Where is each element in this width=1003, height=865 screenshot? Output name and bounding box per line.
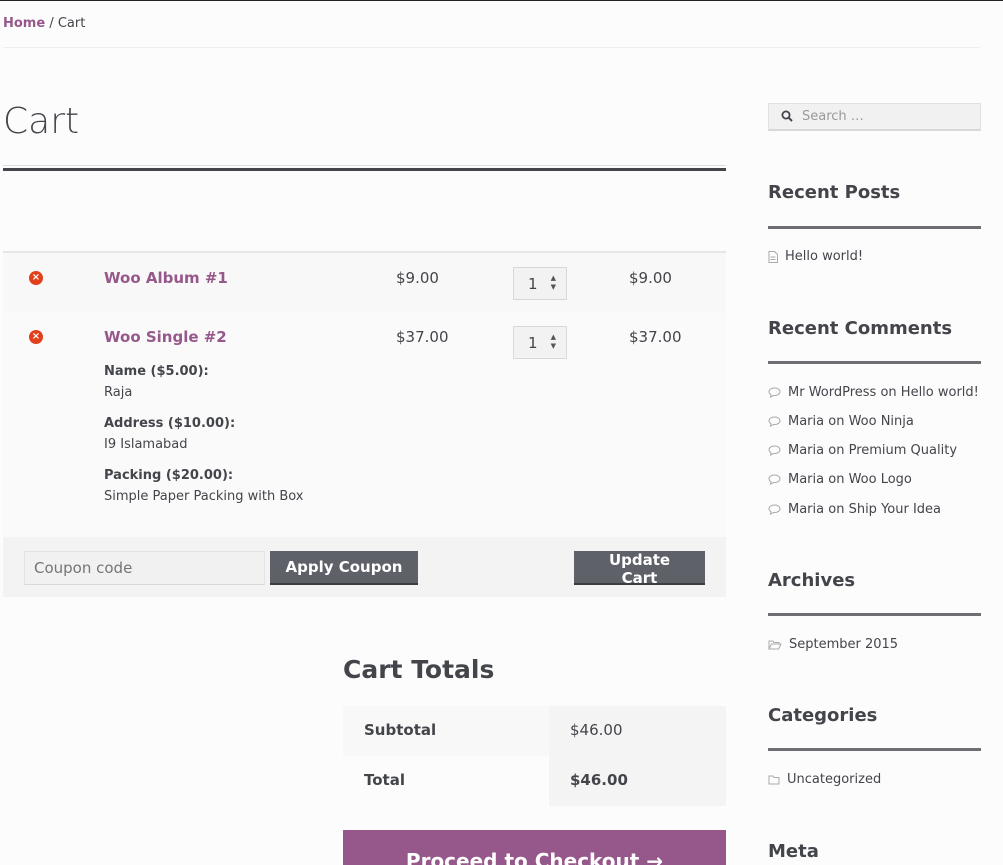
comment-author-link[interactable]: Mr WordPress xyxy=(788,385,876,400)
search-placeholder: Search … xyxy=(802,109,864,124)
variation-value: Raja xyxy=(104,385,133,400)
widget-divider xyxy=(768,613,981,616)
breadcrumb-current: Cart xyxy=(57,16,86,31)
quantity-input[interactable]: 1 ▲ ▼ xyxy=(513,267,567,300)
product-variation-meta: Name ($5.00): Raja Address ($10.00): I9 … xyxy=(104,364,303,520)
comment-post-link[interactable]: Woo Ninja xyxy=(849,414,914,429)
search-input[interactable]: Search … xyxy=(768,103,981,131)
comment-post-link[interactable]: Woo Logo xyxy=(849,472,912,487)
comment-icon xyxy=(768,445,781,456)
cart-row: × Woo Single #2 $37.00 1 ▲ ▼ $37.00 Name … xyxy=(3,313,726,537)
comment-on-text: on xyxy=(824,443,849,458)
recent-post-item: Hello world! xyxy=(768,249,863,264)
meta-title: Meta xyxy=(768,841,819,862)
recent-comment-item: Maria on Ship Your Idea xyxy=(768,502,941,517)
search-icon xyxy=(781,110,793,122)
comment-post-link[interactable]: Ship Your Idea xyxy=(849,502,941,517)
variation-label: Name ($5.00): xyxy=(104,364,209,379)
comment-on-text: on xyxy=(824,414,849,429)
categories-title: Categories xyxy=(768,705,878,726)
comment-author: Maria xyxy=(788,502,825,517)
archive-link[interactable]: September 2015 xyxy=(789,637,898,652)
update-cart-button[interactable]: Update Cart xyxy=(574,551,705,587)
cart-totals-table: Subtotal $46.00 Total $46.00 xyxy=(343,706,726,806)
breadcrumb-divider xyxy=(3,47,980,48)
category-item: Uncategorized xyxy=(768,772,881,787)
page-title: Cart xyxy=(3,101,80,142)
total-value: $46.00 xyxy=(549,756,726,806)
widget-divider xyxy=(768,748,981,751)
product-name-link[interactable]: Woo Single #2 xyxy=(104,328,227,346)
remove-item-icon[interactable]: × xyxy=(29,271,43,285)
comment-on-text: on xyxy=(824,472,849,487)
product-name-link[interactable]: Woo Album #1 xyxy=(104,269,228,287)
comment-icon xyxy=(768,504,781,515)
comment-author: Maria xyxy=(788,443,825,458)
product-subtotal: $37.00 xyxy=(629,328,682,346)
recent-post-link[interactable]: Hello world! xyxy=(785,249,863,264)
quantity-spinner-icon[interactable]: ▲ ▼ xyxy=(551,274,556,292)
comment-author: Maria xyxy=(788,414,825,429)
archive-item: September 2015 xyxy=(768,637,898,652)
recent-comments-title: Recent Comments xyxy=(768,318,953,339)
recent-posts-title: Recent Posts xyxy=(768,182,901,203)
subtotal-value: $46.00 xyxy=(549,706,726,756)
proceed-to-checkout-button[interactable]: Proceed to Checkout → xyxy=(343,830,726,865)
breadcrumb-home-link[interactable]: Home xyxy=(3,16,45,31)
comment-on-text: on xyxy=(876,385,901,400)
variation-value: I9 Islamabad xyxy=(104,437,188,452)
recent-comment-item: Maria on Woo Logo xyxy=(768,472,912,487)
recent-comment-item: Mr WordPress on Hello world! xyxy=(768,385,979,400)
subtotal-row: Subtotal $46.00 xyxy=(343,706,726,756)
archives-title: Archives xyxy=(768,570,856,591)
comment-icon xyxy=(768,474,781,485)
cart-actions: Apply Coupon Update Cart xyxy=(3,537,726,597)
recent-comment-item: Maria on Premium Quality xyxy=(768,443,957,458)
title-divider-thick xyxy=(3,168,726,171)
apply-coupon-button[interactable]: Apply Coupon xyxy=(270,551,418,585)
title-divider-thin xyxy=(3,165,726,166)
subtotal-label: Subtotal xyxy=(343,706,549,756)
quantity-value: 1 xyxy=(528,334,538,352)
comment-post-link[interactable]: Hello world! xyxy=(901,385,979,400)
widget-divider xyxy=(768,226,981,229)
total-row: Total $46.00 xyxy=(343,756,726,806)
breadcrumb-separator: / xyxy=(45,16,58,31)
variation-label: Packing ($20.00): xyxy=(104,468,234,483)
product-subtotal: $9.00 xyxy=(629,269,672,287)
product-price: $37.00 xyxy=(396,328,449,346)
quantity-spinner-icon[interactable]: ▲ ▼ xyxy=(551,333,556,351)
total-label: Total xyxy=(343,756,549,806)
comment-icon xyxy=(768,416,781,427)
variation-label: Address ($10.00): xyxy=(104,416,236,431)
document-icon xyxy=(768,250,778,263)
cart-totals-title: Cart Totals xyxy=(343,655,495,684)
comment-author: Maria xyxy=(788,472,825,487)
widget-divider xyxy=(768,361,981,364)
comment-icon xyxy=(768,387,781,398)
remove-item-icon[interactable]: × xyxy=(29,330,43,344)
quantity-value: 1 xyxy=(528,275,538,293)
breadcrumb: Home / Cart xyxy=(3,16,85,31)
quantity-input[interactable]: 1 ▲ ▼ xyxy=(513,326,567,359)
comment-on-text: on xyxy=(824,502,849,517)
recent-comment-item: Maria on Woo Ninja xyxy=(768,414,914,429)
folder-icon xyxy=(768,775,780,784)
product-price: $9.00 xyxy=(396,269,439,287)
variation-value: Simple Paper Packing with Box xyxy=(104,489,304,504)
category-link[interactable]: Uncategorized xyxy=(787,772,881,787)
coupon-code-input[interactable] xyxy=(24,551,265,585)
folder-open-icon xyxy=(768,640,782,649)
cart-row: × Woo Album #1 $9.00 1 ▲ ▼ $9.00 xyxy=(3,253,726,313)
comment-post-link[interactable]: Premium Quality xyxy=(849,443,957,458)
cart-table: × Woo Album #1 $9.00 1 ▲ ▼ $9.00 × Woo Si… xyxy=(3,251,726,597)
